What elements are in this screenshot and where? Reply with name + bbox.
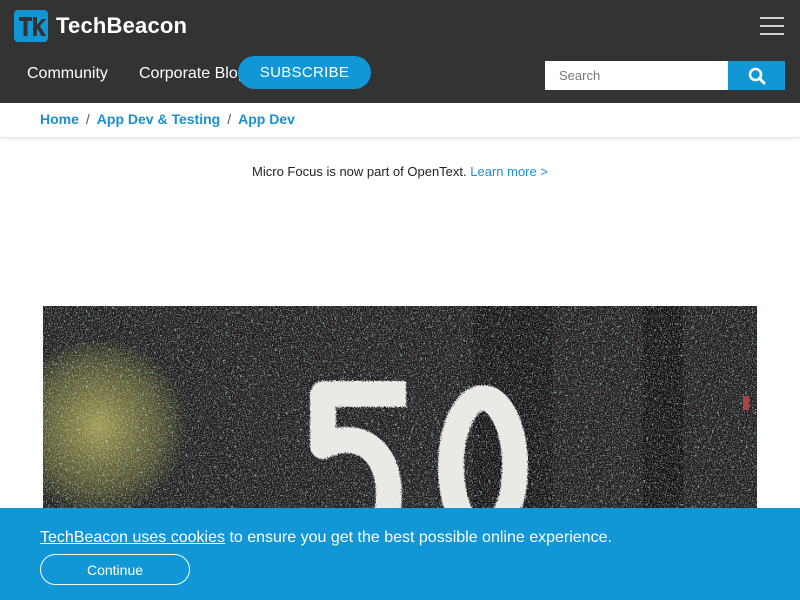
opentext-notice: Micro Focus is now part of OpenText. Lea… — [0, 164, 800, 179]
cookie-text: to ensure you get the best possible onli… — [225, 529, 612, 546]
search-input[interactable] — [545, 61, 728, 90]
cookie-banner: TechBeacon uses cookies to ensure you ge… — [0, 508, 800, 600]
techbeacon-logo-icon — [14, 10, 48, 42]
site-header: TechBeacon Community Corporate Blog SUBS… — [0, 0, 800, 103]
cookie-policy-link[interactable]: TechBeacon uses cookies — [40, 529, 225, 546]
nav-community[interactable]: Community — [27, 65, 108, 83]
logo[interactable]: TechBeacon — [14, 10, 187, 42]
breadcrumb-separator: / — [85, 111, 90, 127]
search-icon — [748, 67, 765, 84]
breadcrumb-home[interactable]: Home — [40, 111, 79, 127]
hamburger-icon — [760, 17, 784, 19]
continue-button[interactable]: Continue — [40, 554, 190, 585]
hero-photo — [43, 306, 757, 508]
breadcrumb-app-dev-testing[interactable]: App Dev & Testing — [97, 111, 220, 127]
subscribe-button[interactable]: SUBSCRIBE — [238, 56, 371, 89]
cookie-message: TechBeacon uses cookies to ensure you ge… — [40, 529, 612, 547]
breadcrumb-app-dev[interactable]: App Dev — [238, 111, 295, 127]
breadcrumb: Home / App Dev & Testing / App Dev — [0, 103, 800, 138]
menu-button[interactable] — [760, 17, 786, 37]
breadcrumb-separator: / — [227, 111, 232, 127]
logo-text: TechBeacon — [56, 13, 188, 38]
search-button[interactable] — [728, 61, 785, 90]
notice-text: Micro Focus is now part of OpenText. — [252, 164, 467, 179]
nav-corporate-blog[interactable]: Corporate Blog — [139, 65, 247, 83]
hero-image: 50 — [43, 306, 757, 508]
search-bar — [545, 61, 785, 90]
learn-more-link[interactable]: Learn more > — [470, 164, 548, 179]
